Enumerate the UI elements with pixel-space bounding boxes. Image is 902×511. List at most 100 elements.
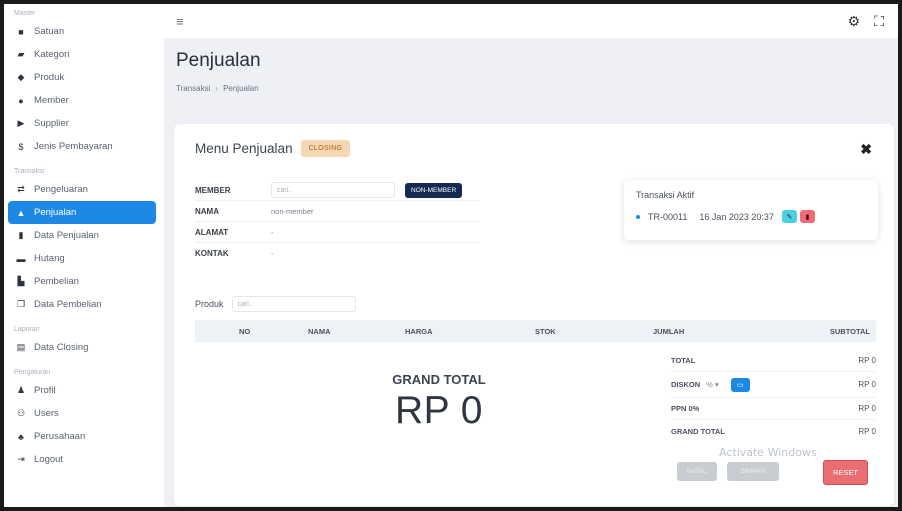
- edit-transaction-button[interactable]: ✎: [781, 210, 797, 223]
- closing-button[interactable]: CLOSING: [300, 140, 351, 157]
- sidebar-item-produk[interactable]: ◆ Produk: [4, 66, 156, 89]
- settings-gear-icon[interactable]: ⚙: [848, 13, 861, 30]
- sidebar-item-label: Users: [34, 408, 59, 419]
- sidebar-item-data-penjualan[interactable]: ▮ Data Penjualan: [4, 224, 156, 247]
- dollar-icon: $: [18, 141, 24, 152]
- column-header-nama: NAMA: [308, 326, 331, 336]
- chevron-down-icon: ▾: [714, 380, 719, 389]
- exchange-icon: ⇄: [17, 184, 25, 194]
- sidebar-item-label: Hutang: [34, 253, 65, 264]
- breadcrumb-separator: ›: [215, 84, 219, 93]
- sidebar-item-penjualan[interactable]: ▲ Penjualan: [8, 201, 156, 224]
- sidebar-item-kategori[interactable]: ▰ Kategori: [4, 43, 156, 66]
- bullet-icon: [636, 214, 640, 219]
- sidebar-item-label: Data Closing: [34, 342, 89, 353]
- fullscreen-icon[interactable]: ⛶: [874, 13, 884, 30]
- folder-icon: ■: [18, 26, 24, 37]
- batal-button[interactable]: BATAL: [677, 462, 717, 481]
- expand-icon[interactable]: ✖: [860, 141, 872, 158]
- diskon-value: RP 0: [858, 380, 876, 389]
- building-icon: ♣: [18, 431, 24, 442]
- sidebar-item-label: Data Pembelian: [34, 299, 102, 310]
- sidebar-section-transaksi: Transaksi: [14, 168, 45, 175]
- diskon-label: DISKON: [671, 380, 701, 389]
- sidebar-item-hutang[interactable]: ▬ Hutang: [4, 247, 156, 270]
- sidebar-item-label: Member: [34, 95, 69, 106]
- non-member-button[interactable]: NON-MEMBER: [405, 182, 463, 198]
- nama-value: non-member: [271, 206, 314, 216]
- grand-total-row: GRAND TOTAL RP 0: [671, 420, 876, 442]
- sidebar-section-master: Master: [14, 10, 36, 17]
- column-header-harga: HARGA: [405, 326, 433, 336]
- reset-button[interactable]: RESET: [823, 460, 869, 485]
- sidebar-item-label: Satuan: [34, 26, 65, 37]
- member-search-input[interactable]: cari..: [271, 182, 395, 198]
- sidebar-item-label: Pembelian: [34, 276, 79, 287]
- cube-icon: ◆: [17, 72, 25, 82]
- total-row: TOTAL RP 0: [671, 350, 876, 372]
- total-label: TOTAL: [671, 356, 696, 365]
- sidebar-item-pengeluaran[interactable]: ⇄ Pengeluaran: [4, 178, 156, 201]
- grand-total-label: GRAND TOTAL: [392, 372, 486, 387]
- delete-transaction-button[interactable]: ▮: [799, 210, 815, 223]
- nama-row: NAMA non-member: [195, 201, 480, 222]
- alamat-label: ALAMAT: [195, 227, 229, 237]
- alamat-value: -: [271, 227, 274, 237]
- trash-icon: ▮: [805, 213, 810, 221]
- member-label: MEMBER: [195, 185, 231, 195]
- column-header-jumlah: JUMLAH: [653, 326, 685, 336]
- card-title-text: Menu Penjualan: [195, 141, 293, 156]
- sidebar-section-laporan: Laporan: [14, 326, 40, 333]
- breadcrumb-transaksi[interactable]: Transaksi: [176, 84, 210, 93]
- topbar: ≡ ⚙ ⛶: [164, 4, 898, 38]
- diskon-apply-button[interactable]: ▭: [730, 377, 750, 392]
- sales-card: Menu Penjualan CLOSING ✖ MEMBER cari.. N…: [174, 124, 894, 506]
- ppn-value: RP 0: [858, 404, 876, 413]
- file-text-icon: ▤: [16, 342, 26, 352]
- nama-label: NAMA: [195, 206, 219, 216]
- sidebar-item-label: Supplier: [34, 118, 69, 129]
- active-transaction-box: Transaksi Aktif TR-00011 16 Jan 2023 20:…: [624, 180, 878, 240]
- truck-icon: ▶: [17, 118, 25, 128]
- sidebar-item-satuan[interactable]: ■ Satuan: [4, 20, 156, 43]
- grand-total-display: GRAND TOTAL RP 0: [374, 372, 504, 433]
- member-row: MEMBER cari.. NON-MEMBER: [195, 180, 480, 201]
- product-table-header: NO NAMA HARGA STOK JUMLAH SUBTOTAL: [195, 320, 876, 342]
- diskon-unit: %: [706, 380, 713, 389]
- column-header-stok: STOK: [535, 326, 556, 336]
- sidebar-item-data-pembelian[interactable]: ❐ Data Pembelian: [4, 293, 156, 316]
- kontak-value: -: [271, 249, 274, 258]
- ppn-label: PPN 0%: [671, 404, 700, 413]
- product-label: Produk: [195, 299, 224, 309]
- simpan-button[interactable]: SIMPAN: [726, 462, 780, 481]
- product-search-input[interactable]: cari..: [231, 296, 356, 312]
- transaction-code: TR-00011: [648, 211, 688, 222]
- sidebar-item-profil[interactable]: ♟ Profil: [4, 379, 156, 402]
- sidebar-item-supplier[interactable]: ▶ Supplier: [4, 112, 156, 135]
- member-table: MEMBER cari.. NON-MEMBER NAMA non-member…: [195, 180, 480, 264]
- sidebar-item-label: Logout: [34, 454, 64, 465]
- sidebar-item-label: Penjualan: [34, 207, 77, 218]
- hamburger-menu-icon[interactable]: ≡: [176, 14, 184, 29]
- sidebar-item-users[interactable]: ⚇ Users: [4, 402, 156, 425]
- sidebar-item-label: Pengeluaran: [34, 184, 88, 195]
- grand-total-row-value: RP 0: [858, 426, 876, 436]
- sidebar-item-perusahaan[interactable]: ♣ Perusahaan: [4, 425, 156, 448]
- sidebar-item-logout[interactable]: ⇥ Logout: [4, 448, 156, 471]
- sidebar-item-data-closing[interactable]: ▤ Data Closing: [4, 336, 156, 359]
- total-value: RP 0: [858, 356, 876, 365]
- card-icon: ▭: [736, 381, 744, 389]
- ppn-row: PPN 0% RP 0: [671, 398, 876, 420]
- folder-open-icon: ▰: [17, 49, 25, 59]
- sidebar-item-pembelian[interactable]: ▙ Pembelian: [4, 270, 156, 293]
- sidebar-item-jenis-pembayaran[interactable]: $ Jenis Pembayaran: [4, 135, 156, 158]
- logout-icon: ⇥: [17, 454, 25, 464]
- active-transaction-row: TR-00011 16 Jan 2023 20:37 ✎ ▮: [636, 210, 866, 223]
- alamat-row: ALAMAT -: [195, 222, 480, 243]
- user-tie-icon: ♟: [16, 385, 26, 395]
- sidebar-item-member[interactable]: ● Member: [4, 89, 156, 112]
- diskon-unit-select[interactable]: % ▾: [706, 380, 719, 389]
- sidebar: Master ■ Satuan ▰ Kategori ◆ Produk ● Member…: [4, 4, 164, 507]
- active-transaction-title: Transaksi Aktif: [636, 190, 695, 200]
- user-icon: ●: [18, 95, 24, 106]
